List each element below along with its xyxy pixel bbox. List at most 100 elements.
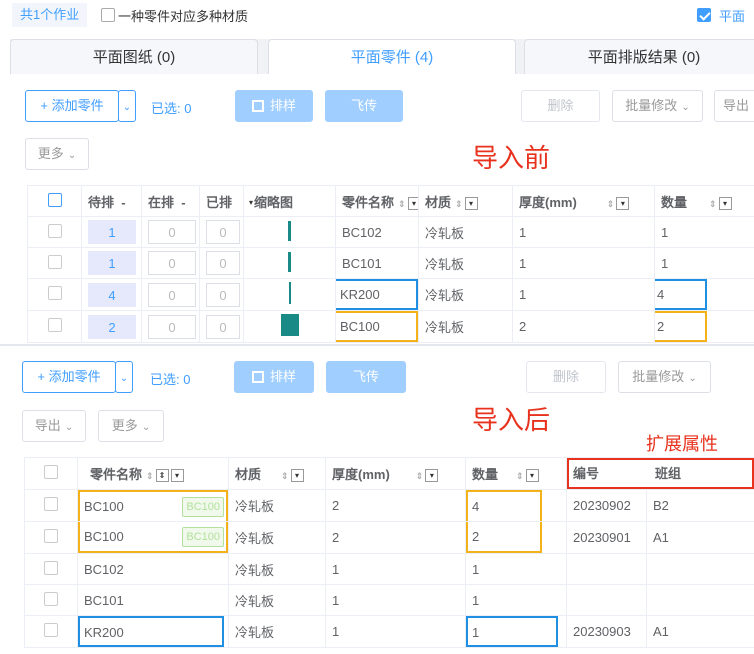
in-process-count[interactable]: 0: [148, 251, 196, 275]
team: [645, 584, 754, 616]
code: 20230903: [566, 615, 647, 648]
material: 冷轧板: [418, 278, 513, 311]
tab-plane-layout-results[interactable]: 平面排版结果 (0): [524, 39, 754, 75]
parts-table-before: 待排 - 在排 - 已排 ▾缩略图 零件名称 ⇕ ▾ 材质 ⇕ ▾ 厚度(mm) ⇕ ▾ 数…: [27, 185, 754, 343]
code: [566, 553, 647, 585]
sort-icon[interactable]: ⇕: [398, 199, 406, 210]
add-part-button[interactable]: + 添加零件: [22, 361, 116, 393]
table-row[interactable]: 1 0 0 BC102 冷轧板 1 1: [27, 216, 754, 248]
tab-plane-drawings[interactable]: 平面图纸 (0): [10, 39, 258, 75]
col-part-name[interactable]: 零件名称 ⇕ ▾: [335, 185, 419, 217]
sort-icon[interactable]: ⇕: [455, 199, 463, 210]
col-quantity[interactable]: 数量 ⇕ ▾: [654, 185, 754, 217]
export-button[interactable]: 导出 ⌄: [22, 410, 86, 442]
sort-icon[interactable]: ⇕: [709, 199, 717, 210]
tab-plane-parts[interactable]: 平面零件 (4): [268, 39, 516, 76]
table-row[interactable]: 4 0 0 KR200 冷轧板 1 4: [27, 278, 754, 311]
filter-icon[interactable]: ⇕: [155, 469, 169, 483]
col-part-name[interactable]: 零件名称 ⇕ ⇕ ▾: [77, 457, 229, 490]
pending-count[interactable]: 1: [88, 251, 136, 275]
table-row[interactable]: KR200 冷轧板 1 1 20230903 A1: [24, 615, 754, 648]
material: 冷轧板: [228, 584, 326, 616]
row-checkbox[interactable]: [44, 560, 58, 575]
add-part-dropdown[interactable]: ⌄: [118, 90, 136, 122]
filter-icon[interactable]: ▾: [616, 196, 630, 210]
in-process-count[interactable]: 0: [148, 220, 196, 244]
row-checkbox[interactable]: [44, 497, 58, 511]
table-row[interactable]: 1 0 0 BC101 冷轧板 1 1: [27, 247, 754, 279]
more-button[interactable]: 更多 ⌄: [98, 410, 164, 442]
done-count[interactable]: 0: [206, 282, 240, 307]
sort-icon[interactable]: ⇕: [416, 471, 424, 482]
pending-count[interactable]: 1: [88, 220, 136, 244]
filter-icon[interactable]: ▾: [464, 196, 478, 210]
filter-icon[interactable]: ▾: [718, 196, 732, 210]
pending-count[interactable]: 2: [88, 314, 136, 339]
col-thumbnail[interactable]: ▾缩略图: [243, 185, 336, 217]
row-checkbox[interactable]: [44, 623, 58, 637]
add-part-dropdown[interactable]: ⌄: [115, 361, 133, 393]
filter-icon[interactable]: ▾: [407, 196, 418, 210]
col-team[interactable]: 班组: [649, 460, 681, 487]
col-code[interactable]: 编号: [569, 460, 649, 487]
material: 冷轧板: [228, 553, 326, 585]
fly-button[interactable]: 飞传: [326, 361, 406, 393]
fly-button[interactable]: 飞传: [325, 90, 403, 122]
sort-icon[interactable]: ⇕: [607, 199, 615, 210]
row-checkbox[interactable]: [47, 254, 62, 269]
chevron-down-icon: ⌄: [122, 102, 132, 113]
filter-icon[interactable]: ▾: [425, 469, 439, 483]
delete-button[interactable]: 删除: [521, 90, 600, 122]
layout-button[interactable]: 排样: [234, 361, 314, 393]
col-thickness[interactable]: 厚度(mm) ⇕ ▾: [512, 185, 655, 217]
batch-edit-button[interactable]: 批量修改 ⌄: [618, 361, 711, 393]
chevron-down-icon: ⌄: [688, 373, 697, 384]
done-count[interactable]: 0: [206, 314, 240, 339]
export-button[interactable]: 导出: [714, 90, 754, 122]
select-all-checkbox[interactable]: [44, 465, 58, 479]
row-checkbox[interactable]: [44, 591, 58, 606]
layout-icon: [251, 371, 264, 383]
plane-checkbox[interactable]: [697, 8, 711, 22]
in-process-count[interactable]: 0: [148, 282, 196, 307]
done-count[interactable]: 0: [206, 220, 240, 244]
row-checkbox[interactable]: [47, 223, 62, 238]
more-label: 更多: [37, 146, 64, 161]
row-checkbox[interactable]: [47, 318, 62, 332]
row-checkbox[interactable]: [47, 286, 62, 300]
layout-button[interactable]: 排样: [235, 90, 313, 122]
filter-icon[interactable]: ▾: [170, 469, 184, 483]
more-button[interactable]: 更多 ⌄: [25, 138, 89, 170]
col-material[interactable]: 材质 ⇕ ▾: [228, 457, 326, 490]
row-checkbox[interactable]: [44, 529, 58, 543]
table-row[interactable]: BC101 冷轧板 1 1: [24, 584, 754, 616]
thickness: 1: [512, 278, 655, 311]
done-count[interactable]: 0: [206, 251, 240, 275]
job-count-tag[interactable]: 共1个作业: [12, 3, 88, 27]
filter-icon[interactable]: ▾: [525, 469, 539, 483]
multi-material-checkbox[interactable]: [101, 8, 115, 22]
sort-icon[interactable]: ⇕: [146, 471, 154, 482]
in-process-count[interactable]: 0: [148, 314, 196, 339]
filter-icon[interactable]: ▾: [290, 469, 304, 483]
delete-button[interactable]: 删除: [526, 361, 606, 393]
add-part-button[interactable]: + 添加零件: [25, 90, 119, 122]
table-row[interactable]: 2 0 0 BC100 冷轧板 2 2: [27, 310, 754, 343]
sort-icon[interactable]: ⇕: [516, 471, 524, 482]
table-row[interactable]: BC102 冷轧板 1 1: [24, 553, 754, 585]
col-in-process[interactable]: 在排 -: [141, 185, 200, 217]
col-quantity[interactable]: 数量 ⇕ ▾: [465, 457, 567, 490]
col-material[interactable]: 材质 ⇕ ▾: [418, 185, 513, 217]
table-row[interactable]: BC100 BC100 冷轧板 2 4 20230902 B2: [24, 489, 754, 522]
batch-edit-button[interactable]: 批量修改 ⌄: [612, 90, 703, 122]
selected-count: 已选: 0: [150, 372, 191, 387]
table-row[interactable]: BC100 BC100 冷轧板 2 2 20230901 A1: [24, 521, 754, 554]
pending-count[interactable]: 4: [88, 282, 136, 307]
select-all-checkbox[interactable]: [47, 192, 62, 207]
sort-icon[interactable]: ⇕: [281, 471, 289, 482]
col-thickness[interactable]: 厚度(mm) ⇕ ▾: [325, 457, 466, 490]
part-name: BC102: [77, 553, 229, 585]
thickness: 1: [512, 247, 655, 279]
col-pending[interactable]: 待排 -: [81, 185, 142, 217]
col-done[interactable]: 已排: [199, 185, 244, 217]
